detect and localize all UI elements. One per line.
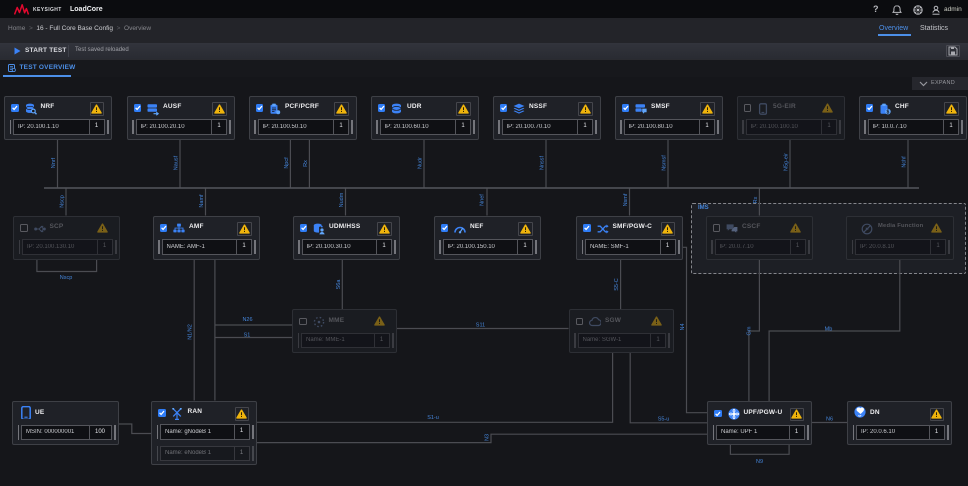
svg-text:Nudr: Nudr <box>418 157 424 169</box>
svg-text:Nsmsf: Nsmsf <box>662 155 668 171</box>
svg-text:Nsmf: Nsmf <box>623 193 629 206</box>
svg-text:Npcf: Npcf <box>284 157 290 169</box>
svg-text:N3: N3 <box>485 434 491 441</box>
svg-text:N26: N26 <box>242 317 252 323</box>
svg-text:S6a: S6a <box>336 279 342 290</box>
svg-text:S1: S1 <box>244 333 251 339</box>
svg-text:Rx: Rx <box>303 160 309 167</box>
svg-text:Nnrf: Nnrf <box>51 157 57 168</box>
svg-text:S5-C: S5-C <box>614 278 620 291</box>
svg-text:Nnssf: Nnssf <box>540 156 546 171</box>
svg-text:Gm: Gm <box>747 326 753 335</box>
svg-text:Nchf: Nchf <box>902 156 908 168</box>
svg-text:Nscp: Nscp <box>60 195 66 208</box>
svg-text:S11: S11 <box>476 323 485 329</box>
svg-text:Nausf: Nausf <box>174 155 180 170</box>
svg-text:N1/N2: N1/N2 <box>188 324 194 340</box>
svg-text:Nnef: Nnef <box>480 194 486 206</box>
svg-text:N6: N6 <box>826 417 833 423</box>
svg-text:S1-u: S1-u <box>427 415 439 421</box>
svg-text:Rx: Rx <box>753 196 759 203</box>
svg-text:Namf: Namf <box>199 194 205 208</box>
svg-text:N9: N9 <box>756 459 763 465</box>
svg-text:N4: N4 <box>680 323 686 330</box>
svg-text:Nudm: Nudm <box>339 192 345 207</box>
svg-text:Nscp: Nscp <box>60 275 73 281</box>
svg-text:Mb: Mb <box>825 327 833 333</box>
svg-text:S5-u: S5-u <box>658 417 670 423</box>
svg-text:N5g-eir: N5g-eir <box>784 153 790 171</box>
